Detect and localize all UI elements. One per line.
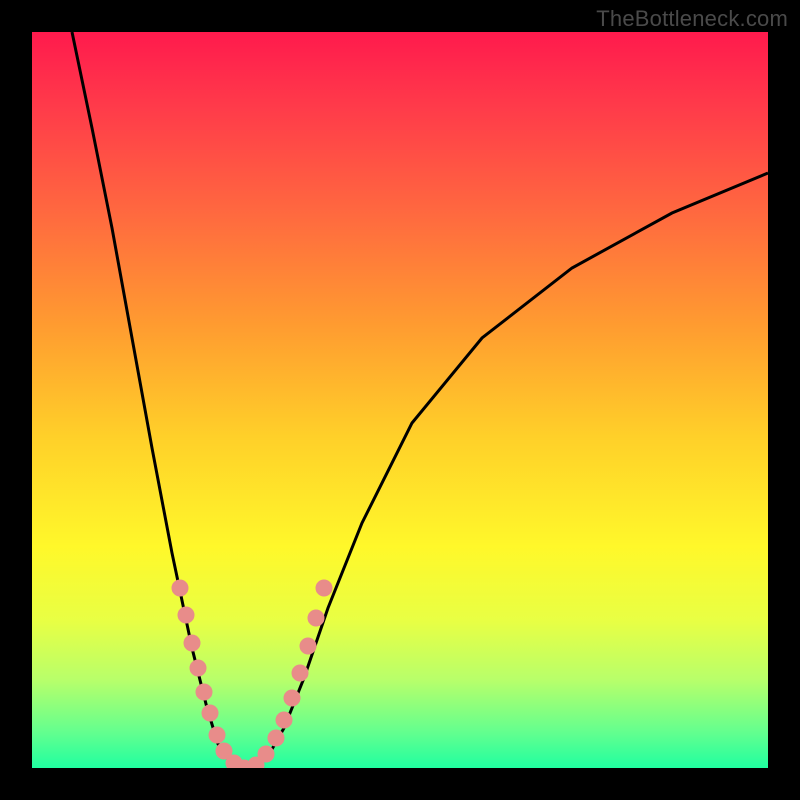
watermark-text: TheBottleneck.com xyxy=(596,6,788,32)
chart-frame: TheBottleneck.com xyxy=(0,0,800,800)
marker-point xyxy=(184,635,200,651)
marker-point xyxy=(292,665,308,681)
marker-point xyxy=(178,607,194,623)
marker-point xyxy=(190,660,206,676)
marker-point xyxy=(276,712,292,728)
marker-point xyxy=(300,638,316,654)
marker-point xyxy=(172,580,188,596)
marker-point xyxy=(258,746,274,762)
plot-area xyxy=(32,32,768,768)
marker-point xyxy=(308,610,324,626)
marker-point xyxy=(284,690,300,706)
curve-left xyxy=(72,32,252,768)
marker-point xyxy=(209,727,225,743)
curve-right xyxy=(252,173,768,768)
marker-point xyxy=(202,705,218,721)
marker-point xyxy=(196,684,212,700)
markers-group xyxy=(172,580,332,768)
chart-svg xyxy=(32,32,768,768)
marker-point xyxy=(316,580,332,596)
marker-point xyxy=(268,730,284,746)
